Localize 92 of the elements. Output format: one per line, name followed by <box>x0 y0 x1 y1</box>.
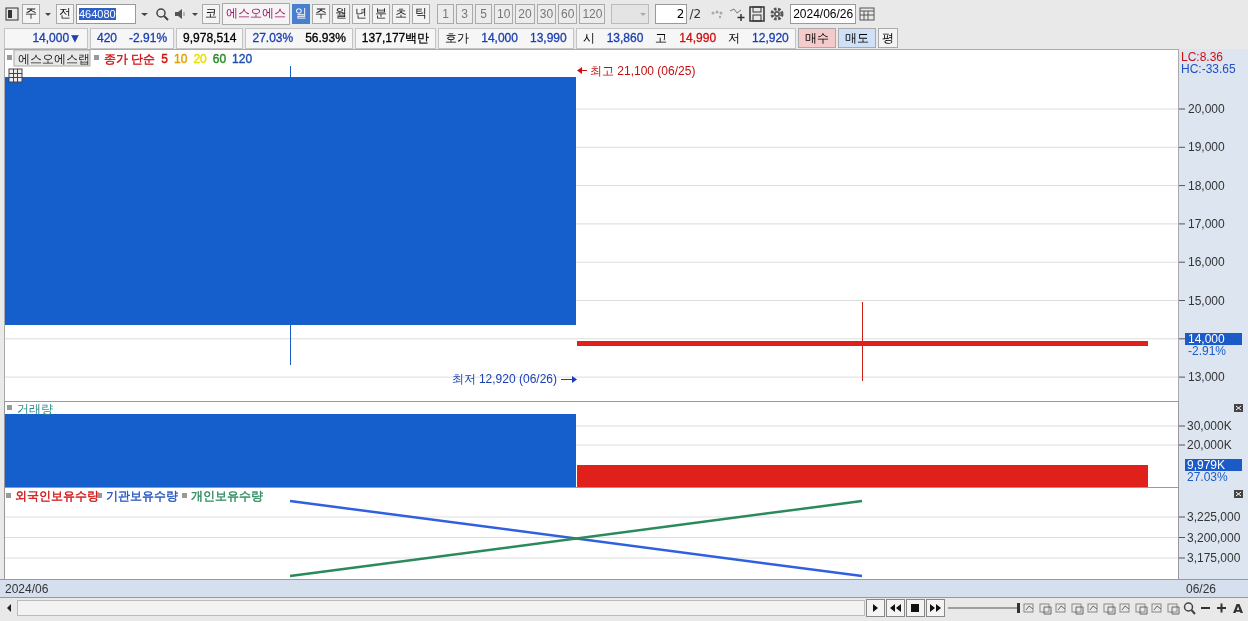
page-field[interactable]: 2 <box>655 3 688 24</box>
stock-title: 에스오에스랩 <box>13 49 91 67</box>
market-select[interactable]: 주 <box>22 3 40 24</box>
prev-button[interactable]: 전 <box>56 3 74 24</box>
price-tick: 15,000 <box>1188 293 1225 308</box>
fast-forward-icon[interactable] <box>926 599 946 617</box>
price-tick: 16,000 <box>1188 255 1225 270</box>
volume-tick: 20,000K <box>1187 438 1232 452</box>
legend-handle-icon[interactable] <box>182 493 187 498</box>
legend-item: 60 <box>212 52 227 66</box>
rewind-icon[interactable] <box>886 599 906 617</box>
market-type-button[interactable]: 코 <box>202 3 220 24</box>
chart-tool-icon[interactable] <box>1069 600 1085 616</box>
quote-value: 12,920 <box>752 31 789 45</box>
chart-tool-icon[interactable] <box>1037 600 1053 616</box>
low-arrow <box>560 376 577 383</box>
quote-value: 14,990 <box>679 31 717 45</box>
pane-handle-icon[interactable] <box>7 405 12 410</box>
quote-value: 56.93% <box>305 31 346 45</box>
period-tab[interactable]: 주 <box>312 3 330 24</box>
quote-label: 저 <box>728 29 741 47</box>
quote-value: 27.03% <box>252 31 294 45</box>
stock-name: 에스오에스 <box>222 2 290 25</box>
high-label: 최고 21,100 (06/25) <box>590 64 696 78</box>
legend-handle-icon[interactable] <box>97 493 102 498</box>
price-tick: 18,000 <box>1188 178 1225 193</box>
holdings-tick: 3,175,000 <box>1187 551 1241 565</box>
save-icon[interactable] <box>748 4 767 23</box>
legend-item: 개인보유수량 <box>191 489 263 503</box>
quote-value: 9,978,514 <box>183 31 237 45</box>
period-tab[interactable]: 일 <box>292 3 310 24</box>
legend-item: 120 <box>232 52 253 66</box>
chart-tool-icon[interactable] <box>1133 600 1149 616</box>
grid-table-icon[interactable] <box>8 68 23 83</box>
quote-value: 137,177백만 <box>361 29 430 47</box>
close-icon[interactable] <box>1234 490 1243 498</box>
quote-label: 고 <box>655 29 668 47</box>
holdings-tick: 3,225,000 <box>1187 510 1241 524</box>
price-tick: 19,000 <box>1188 140 1225 155</box>
price-tick: 13,000 <box>1188 370 1225 385</box>
quote-value: 13,990 <box>529 31 567 45</box>
period-tab[interactable]: 분 <box>372 3 390 24</box>
zoom-slider-thumb[interactable] <box>1017 603 1021 613</box>
volume-ratio: 27.03% <box>1187 470 1228 484</box>
price-tick: 17,000 <box>1188 216 1225 231</box>
quote-value: -2.91% <box>129 31 168 45</box>
high-arrow <box>577 67 588 74</box>
stock-code-field[interactable]: 464080 <box>76 3 136 24</box>
buy-button[interactable]: 매수 <box>797 28 836 48</box>
average-button[interactable]: 평 <box>877 28 898 48</box>
pane-handle-icon[interactable] <box>7 55 12 60</box>
date-field[interactable]: 2024/06/26 <box>790 3 857 24</box>
current-price-tag: 14,000 <box>1185 332 1242 346</box>
change-label: -2.91% <box>1188 344 1227 358</box>
holdings-tick: 3,200,000 <box>1187 530 1241 545</box>
hc-value: HC:-33.65 <box>1181 62 1236 76</box>
volume-title: 거래량 <box>17 402 53 416</box>
price-tick: 20,000 <box>1188 102 1225 116</box>
legend-item: 외국인보유수량 <box>15 489 99 503</box>
page-count: /2 <box>689 6 702 21</box>
volume-tick: 30,000K <box>1187 419 1232 433</box>
period-tab[interactable]: 초 <box>392 3 410 24</box>
stop-icon[interactable] <box>906 599 926 617</box>
date-axis-label: 2024/06 <box>4 581 49 596</box>
low-label: 최저 12,920 (06/26) <box>451 372 557 386</box>
period-tab[interactable]: 월 <box>332 3 350 24</box>
legend-item: 종가 단순 <box>104 52 156 66</box>
legend-item: 5 <box>161 52 169 66</box>
legend-handle-icon[interactable] <box>6 493 11 498</box>
chart-menu-icon[interactable] <box>4 4 20 23</box>
quote-label: 호가 <box>445 29 470 47</box>
current-volume-tag: 9,979K <box>1185 458 1242 472</box>
legend-handle-icon[interactable] <box>94 55 99 60</box>
quote-label: 시 <box>582 29 595 47</box>
legend-item: 20 <box>193 52 207 66</box>
period-tab[interactable]: 틱 <box>412 3 430 24</box>
quote-value: 420 <box>97 31 118 45</box>
close-icon[interactable] <box>1234 404 1243 412</box>
quote-value: 14,000 <box>481 31 518 45</box>
legend-item: 10 <box>174 52 188 66</box>
play-icon[interactable] <box>866 599 886 617</box>
sell-button[interactable]: 매도 <box>837 28 876 48</box>
quote-value: 13,860 <box>606 31 644 45</box>
calendar-icon[interactable] <box>858 4 877 23</box>
search-icon[interactable] <box>1181 600 1197 616</box>
lc-value: LC:8.36 <box>1181 50 1224 64</box>
font-button[interactable]: A <box>1229 600 1246 616</box>
date-axis-label: 06/26 <box>1186 581 1218 596</box>
period-tab[interactable]: 년 <box>352 3 370 24</box>
chart-tool-icon[interactable] <box>1101 600 1117 616</box>
quote-value: 14,000▼ <box>32 31 81 45</box>
legend-item: 기관보유수량 <box>106 489 178 503</box>
